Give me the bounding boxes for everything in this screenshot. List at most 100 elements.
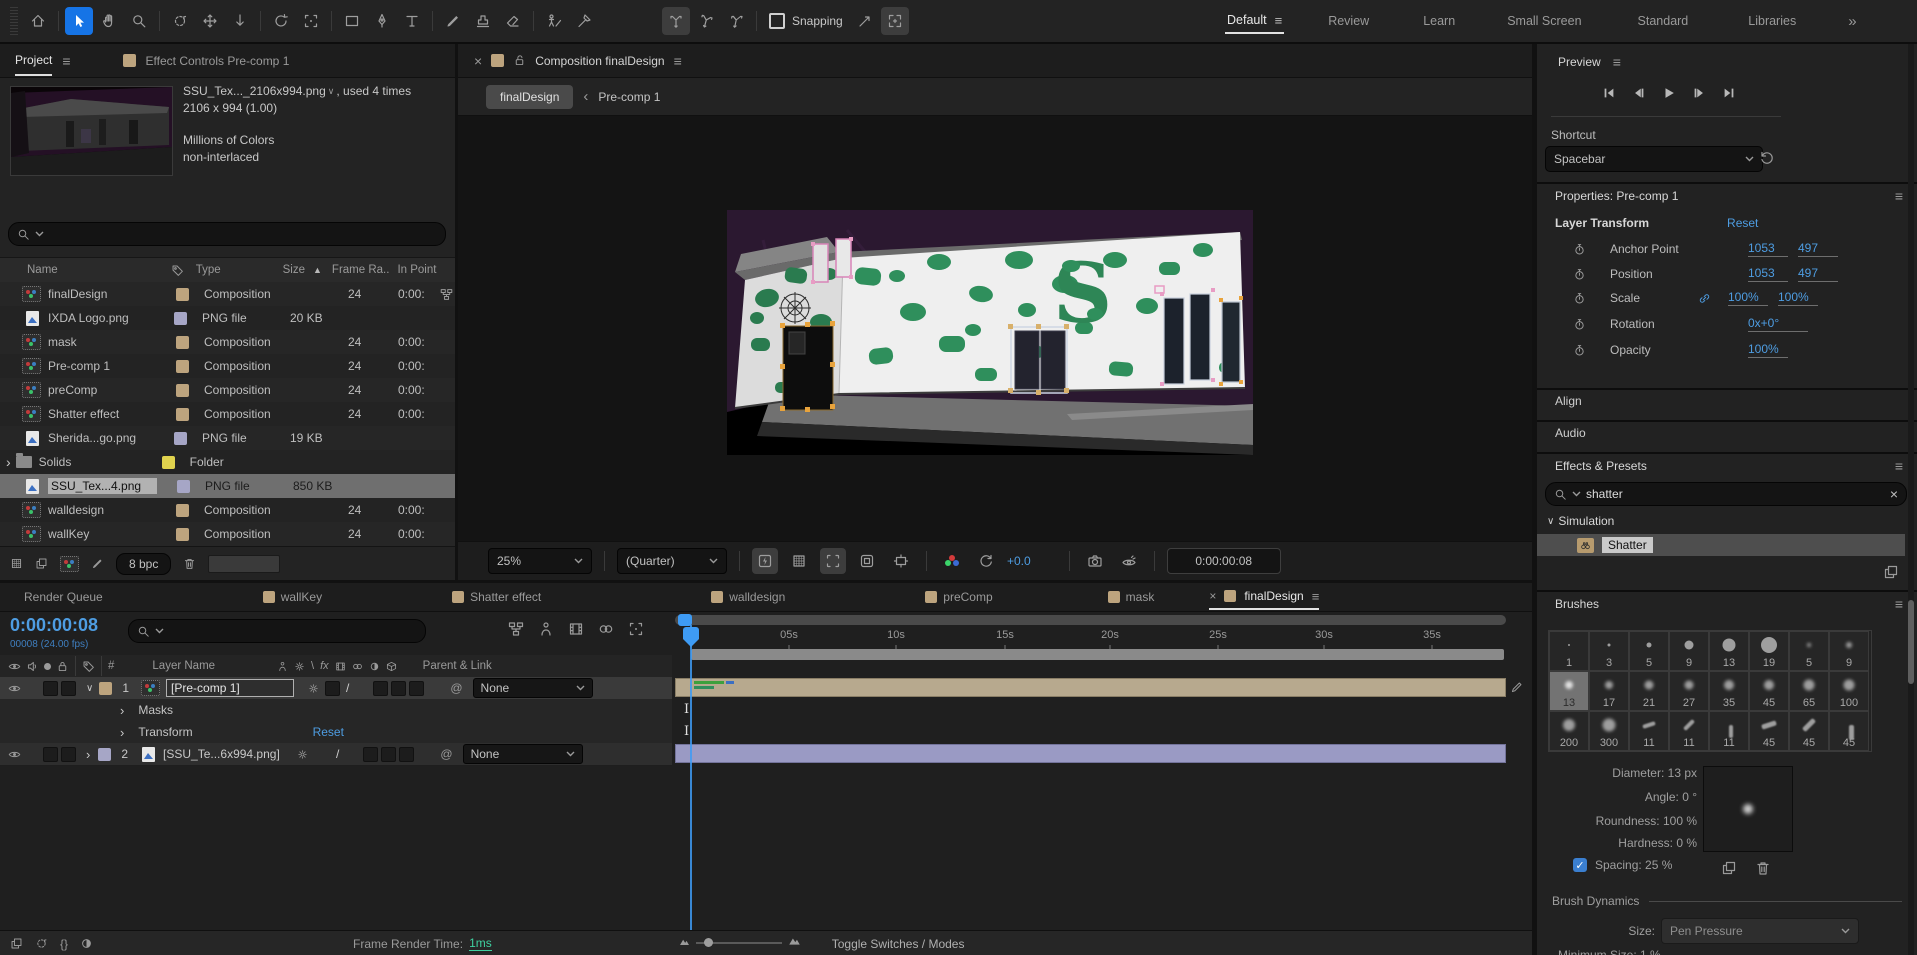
label-swatch[interactable]	[176, 528, 189, 541]
group-expand-chevron[interactable]: ›	[120, 725, 124, 740]
next-frame-button[interactable]	[1687, 84, 1711, 102]
toggle-switches-modes-button[interactable]: Toggle Switches / Modes	[832, 937, 965, 951]
last-frame-button[interactable]	[1717, 84, 1741, 102]
layer-name[interactable]: [Pre-comp 1]	[166, 679, 294, 697]
brush-angle[interactable]: Angle: 0 °	[1537, 790, 1697, 804]
effects-group-simulation[interactable]: ∨ Simulation	[1547, 514, 1614, 528]
flowchart-icon[interactable]	[440, 288, 453, 301]
delete-brush-icon[interactable]	[1755, 860, 1771, 876]
workspace-tab-small-screen[interactable]: Small Screen	[1505, 10, 1583, 32]
in-out-brackets-icon[interactable]: {}	[60, 937, 68, 951]
sort-ascending-icon[interactable]: ▲	[313, 265, 322, 275]
shortcut-dropdown[interactable]: Spacebar	[1545, 146, 1763, 172]
properties-panel-title[interactable]: Properties: Pre-comp 1	[1555, 189, 1678, 203]
effects-new-icon[interactable]	[1883, 564, 1899, 580]
work-area-bar[interactable]	[691, 649, 1504, 660]
column-type[interactable]: Type	[196, 264, 221, 276]
timeline-navigator-bar[interactable]	[675, 615, 1506, 625]
property-value-y[interactable]: 497	[1798, 266, 1838, 282]
column-frame-rate[interactable]: Frame Ra..	[332, 264, 390, 276]
zoom-out-mountain-icon[interactable]	[679, 936, 690, 947]
layer-name[interactable]: [SSU_Te...6x994.png]	[163, 747, 285, 761]
lock-open-icon[interactable]	[513, 54, 526, 67]
lock-column-icon[interactable]	[56, 660, 69, 673]
shape-tool[interactable]	[338, 7, 366, 35]
layer-label-swatch[interactable]	[98, 748, 111, 761]
puppet-pin-tool[interactable]	[570, 7, 598, 35]
label-swatch[interactable]	[174, 432, 187, 445]
brush-preset[interactable]: 1	[1549, 631, 1589, 671]
frame-render-value[interactable]: 1ms	[469, 936, 492, 951]
mask-expansion-toggle[interactable]	[881, 7, 909, 35]
scale-link-icon[interactable]	[1698, 292, 1728, 305]
resolution-dropdown[interactable]: (Quarter)	[617, 548, 727, 574]
first-frame-button[interactable]	[1597, 84, 1621, 102]
workspace-overflow-chevron[interactable]: »	[1846, 9, 1858, 34]
channel-rgb-icon[interactable]	[939, 548, 965, 574]
threed-switch-icon[interactable]	[386, 661, 397, 672]
brush-preset-selected[interactable]: 13	[1549, 671, 1589, 711]
properties-panel-menu-icon[interactable]: ≡	[1895, 188, 1903, 204]
brush-tool[interactable]	[439, 7, 467, 35]
motion-blur-switch-icon[interactable]	[352, 661, 363, 672]
project-row-precomp[interactable]: preComp Composition 24 0:00:	[0, 378, 455, 403]
workspace-tab-default[interactable]: Default ≡	[1225, 9, 1284, 34]
label-swatch[interactable]	[176, 288, 189, 301]
audio-column-icon[interactable]	[26, 660, 39, 673]
workspace-tab-standard[interactable]: Standard	[1636, 10, 1691, 32]
stopwatch-icon[interactable]	[1573, 318, 1586, 331]
brush-preset[interactable]: 200	[1549, 711, 1589, 751]
workspace-menu-icon[interactable]: ≡	[1275, 13, 1283, 28]
parent-pickwhip-icon[interactable]: @	[440, 747, 452, 761]
solo-column-icon[interactable]	[44, 663, 51, 670]
new-folder-icon[interactable]	[35, 557, 48, 570]
stopwatch-icon[interactable]	[1573, 344, 1586, 357]
brush-preset[interactable]: 45	[1789, 711, 1829, 751]
spacing-checkbox[interactable]: ✓	[1573, 858, 1587, 872]
project-row-mask[interactable]: mask Composition 24 0:00:	[0, 330, 455, 355]
local-axis-mode[interactable]	[662, 7, 690, 35]
brush-preset[interactable]: 27	[1669, 671, 1709, 711]
far-right-window[interactable]	[1219, 296, 1243, 386]
interpret-footage-icon[interactable]	[10, 557, 23, 570]
layer-expand-chevron[interactable]: ›	[86, 747, 90, 762]
brush-preset[interactable]: 17	[1589, 671, 1629, 711]
layer-2-duration-bar[interactable]	[675, 744, 1506, 763]
brush-spacing[interactable]: Spacing: 25 %	[1595, 858, 1672, 872]
zoom-slider-thumb[interactable]	[704, 938, 713, 947]
timeline-zoom-slider[interactable]	[696, 942, 782, 944]
previous-frame-button[interactable]	[1627, 84, 1651, 102]
brush-preset[interactable]: 11	[1629, 711, 1669, 751]
brush-roundness[interactable]: Roundness: 100 %	[1537, 814, 1697, 828]
transform-ibeam-marker[interactable]: I	[684, 724, 689, 739]
column-in-point[interactable]: In Point	[397, 264, 436, 276]
tab-shatter-effect[interactable]: Shatter effect	[452, 590, 541, 604]
group-collapse-chevron[interactable]: ∨	[1547, 516, 1554, 527]
footage-name[interactable]: SSU_Tex..._2106x994.png	[183, 84, 326, 98]
brush-preset[interactable]: 9	[1829, 631, 1869, 671]
home-tool[interactable]	[24, 7, 52, 35]
project-panel-menu-icon[interactable]: ≡	[62, 53, 70, 69]
layer-group-masks[interactable]: › Masks	[0, 699, 672, 722]
brush-preset[interactable]: 45	[1749, 711, 1789, 751]
adjust-icon[interactable]	[91, 557, 104, 570]
property-value-y[interactable]: 497	[1798, 241, 1838, 257]
column-size[interactable]: Size	[283, 264, 305, 276]
brush-preset[interactable]: 45	[1829, 711, 1869, 751]
project-search-input[interactable]	[8, 222, 446, 246]
delete-item-icon[interactable]	[183, 557, 196, 570]
transform-reset[interactable]: Reset	[313, 725, 344, 739]
snap-beam-toggle[interactable]	[851, 7, 879, 35]
orbit-camera-tool[interactable]	[166, 7, 194, 35]
pen-tool[interactable]	[368, 7, 396, 35]
label-swatch[interactable]	[174, 312, 187, 325]
adjustment-switch-icon[interactable]	[369, 661, 380, 672]
layer-group-transform[interactable]: › Transform Reset	[0, 721, 672, 744]
parent-link-dropdown[interactable]: None	[463, 744, 583, 764]
brush-preset[interactable]: 21	[1629, 671, 1669, 711]
new-composition-icon[interactable]	[60, 556, 79, 572]
clone-stamp-tool[interactable]	[469, 7, 497, 35]
collapse-transformations-switch[interactable]	[308, 683, 319, 694]
brush-preset[interactable]: 35	[1709, 671, 1749, 711]
reset-exposure-icon[interactable]	[973, 548, 999, 574]
